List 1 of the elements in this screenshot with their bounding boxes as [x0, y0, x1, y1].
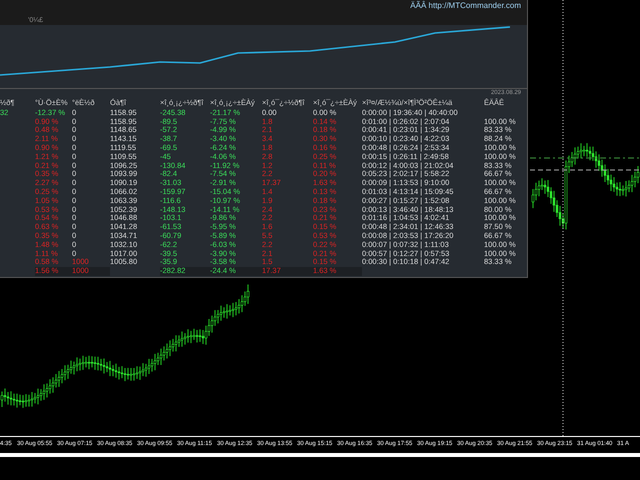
- website-link[interactable]: ÄÃÂ http://MTCommander.com: [410, 0, 521, 25]
